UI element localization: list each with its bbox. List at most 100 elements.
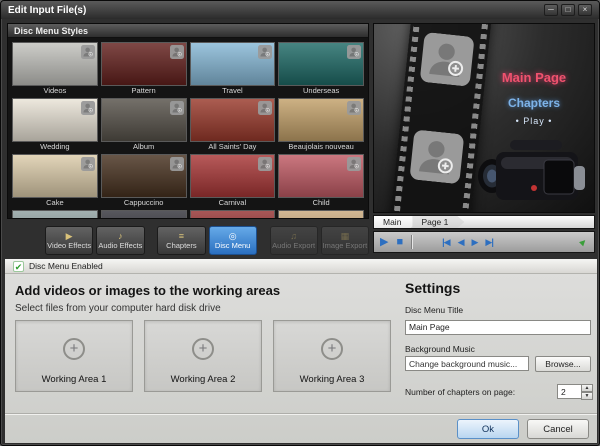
style-thumb-cake[interactable]: Cake (12, 154, 98, 208)
style-thumb-image[interactable] (278, 154, 364, 198)
background-music-label: Background Music (405, 344, 593, 354)
audio-effects-icon: ♪ (118, 232, 123, 241)
spin-down-button[interactable]: ▼ (581, 392, 593, 400)
cancel-button[interactable]: Cancel (527, 419, 589, 439)
working-area-2[interactable]: + Working Area 2 (144, 320, 262, 392)
style-thumb-wedding[interactable]: Wedding (12, 98, 98, 152)
minimize-button[interactable]: ─ (544, 4, 558, 16)
style-thumb-image[interactable] (12, 98, 98, 142)
add-video-badge-icon (81, 157, 95, 171)
add-plus-icon[interactable]: + (63, 338, 85, 360)
tab-main[interactable]: Main (374, 216, 417, 228)
add-video-badge-icon (258, 157, 272, 171)
style-thumb-image[interactable] (12, 154, 98, 198)
title-bar[interactable]: Edit Input File(s) ─ □ × (1, 1, 599, 19)
chapters-count-row: Number of chapters on page: ▲ ▼ (405, 384, 593, 399)
preview-play-label[interactable]: • Play • (486, 116, 582, 126)
style-thumb-label: Cake (12, 198, 98, 208)
spin-up-button[interactable]: ▲ (581, 384, 593, 392)
maximize-button[interactable]: □ (561, 4, 575, 16)
menu-preview[interactable]: Main Page Chapters • Play • (373, 23, 595, 213)
style-thumb-image[interactable] (101, 98, 187, 142)
working-area-1[interactable]: + Working Area 1 (15, 320, 133, 392)
style-thumb-partial[interactable] (278, 210, 364, 218)
audio-effects-button[interactable]: ♪ Audio Effects (96, 226, 144, 255)
skip-back-button[interactable]: |◀ (442, 238, 449, 247)
style-thumb-beaujolais[interactable]: Beaujolais nouveau (278, 98, 364, 152)
add-video-badge-icon (347, 45, 361, 59)
ok-button[interactable]: Ok (457, 419, 519, 439)
browse-button[interactable]: Browse... (535, 356, 591, 372)
style-thumb-image[interactable] (12, 42, 98, 86)
style-thumb-label: Beaujolais nouveau (278, 142, 364, 152)
chapters-button[interactable]: ≡ Chapters (157, 226, 205, 255)
style-thumb-album[interactable]: Album (101, 98, 187, 152)
chapters-icon: ≡ (179, 232, 184, 241)
video-effects-icon: ▶ (66, 232, 73, 241)
style-thumb-image[interactable] (278, 210, 364, 218)
style-thumb-carnival[interactable]: Carnival (190, 154, 276, 208)
camcorder-graphic (474, 128, 595, 213)
style-thumb-child[interactable]: Child (278, 154, 364, 208)
style-thumb-image[interactable] (190, 154, 276, 198)
window-title: Edit Input File(s) (8, 5, 86, 16)
working-area-3[interactable]: + Working Area 3 (273, 320, 391, 392)
style-thumb-travel[interactable]: Travel (190, 42, 276, 96)
chapters-count-input[interactable] (557, 384, 581, 399)
check-icon[interactable]: ✔ (13, 261, 24, 272)
style-thumb-image[interactable] (190, 210, 276, 218)
step-forward-button[interactable]: ▶ (472, 238, 478, 247)
video-effects-button[interactable]: ▶ Video Effects (45, 226, 93, 255)
step-back-button[interactable]: ◀ (458, 238, 464, 247)
style-thumb-image[interactable] (101, 42, 187, 86)
disc-menu-styles-panel: Disc Menu Styles Videos Pattern Travel U… (7, 23, 369, 219)
style-thumb-partial[interactable] (101, 210, 187, 218)
style-thumb-label: Cappuccino (101, 198, 187, 208)
style-thumb-partial[interactable] (12, 210, 98, 218)
preview-chapters-label[interactable]: Chapters (486, 96, 582, 110)
settings-panel: Settings Disc Menu Title Background Musi… (405, 280, 593, 399)
chapters-count-spinner[interactable]: ▲ ▼ (557, 384, 593, 399)
style-thumb-label: Wedding (12, 142, 98, 152)
jump-arrow-icon[interactable]: ▲ (576, 235, 591, 250)
style-thumb-partial[interactable] (190, 210, 276, 218)
disc-menu-title-input[interactable] (405, 320, 591, 335)
style-thumb-image[interactable] (101, 210, 187, 218)
style-thumb-label: All Saints' Day (190, 142, 276, 152)
add-plus-icon[interactable]: + (321, 338, 343, 360)
video-placeholder-icon[interactable] (407, 129, 466, 184)
background-music-input[interactable] (405, 356, 529, 371)
style-thumb-image[interactable] (101, 154, 187, 198)
style-thumb-underseas[interactable]: Underseas (278, 42, 364, 96)
dialog-footer: Ok Cancel (5, 413, 597, 443)
style-thumb-cappuccino[interactable]: Cappuccino (101, 154, 187, 208)
video-placeholder-icon[interactable] (418, 32, 477, 87)
disc-menu-button[interactable]: ◎ Disc Menu (209, 226, 257, 255)
style-thumb-pattern[interactable]: Pattern (101, 42, 187, 96)
video-effects-label: Video Effects (46, 242, 92, 250)
style-thumb-label: Carnival (190, 198, 276, 208)
stop-button[interactable]: ■ (396, 237, 403, 248)
style-thumb-image[interactable] (190, 42, 276, 86)
workspace-heading: Add videos or images to the working area… (15, 283, 280, 298)
style-thumb-all-saints-day[interactable]: All Saints' Day (190, 98, 276, 152)
add-plus-icon[interactable]: + (192, 338, 214, 360)
style-thumb-videos[interactable]: Videos (12, 42, 98, 96)
add-video-badge-icon (170, 45, 184, 59)
preview-main-page-label[interactable]: Main Page (486, 70, 582, 85)
skip-forward-button[interactable]: ▶| (485, 238, 492, 247)
add-video-badge-icon (170, 101, 184, 115)
disc-menu-enabled-bar[interactable]: ✔ Disc Menu Enabled (5, 259, 597, 274)
close-button[interactable]: × (578, 4, 592, 16)
audio-export-icon: ♫ (290, 232, 297, 241)
style-thumb-image[interactable] (12, 210, 98, 218)
play-button[interactable]: ▶ (380, 237, 388, 248)
style-thumb-image[interactable] (278, 98, 364, 142)
styles-grid[interactable]: Videos Pattern Travel Underseas Wedding … (8, 39, 368, 218)
style-thumb-image[interactable] (278, 42, 364, 86)
tab-page-1[interactable]: Page 1 (412, 216, 464, 228)
mode-toolbar: ▶ Video Effects ♪ Audio Effects ≡ Chapte… (7, 225, 369, 255)
lower-panel: Add videos or images to the working area… (5, 274, 597, 443)
style-thumb-image[interactable] (190, 98, 276, 142)
add-video-badge-icon (170, 157, 184, 171)
